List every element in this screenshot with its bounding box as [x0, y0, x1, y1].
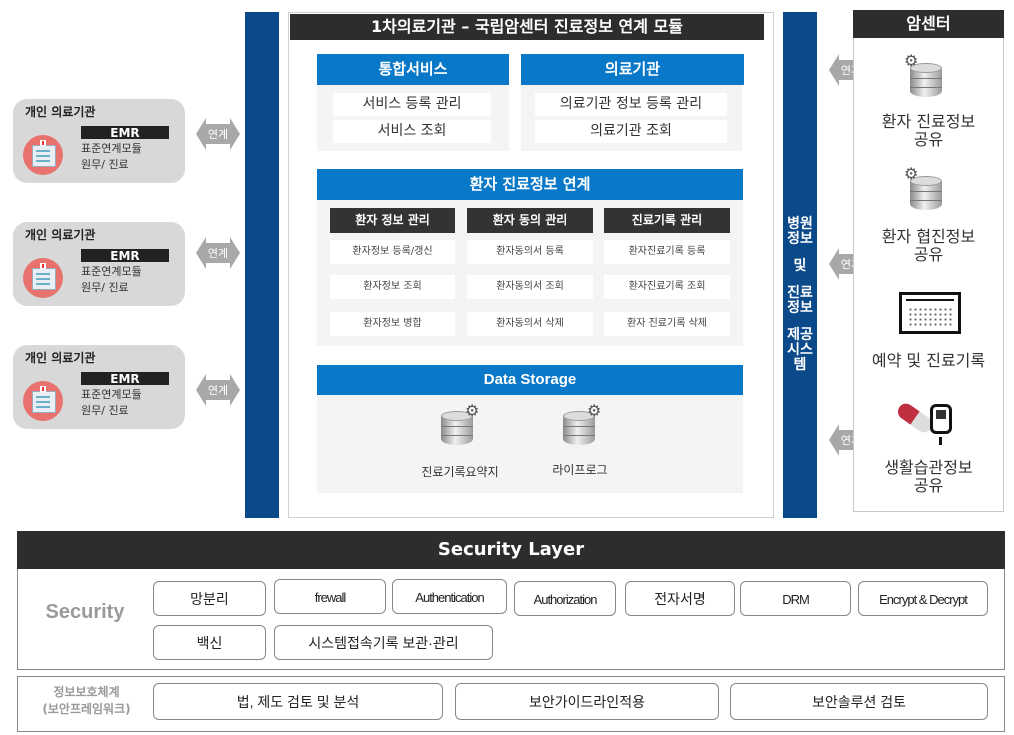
- column-header: 환자 동의 관리: [467, 208, 593, 233]
- provision-system-label: 병원 정보 및 진료 정보 제공 시스 템: [783, 217, 817, 373]
- data-storage-header: Data Storage: [317, 365, 743, 395]
- security-item: 백신: [153, 625, 266, 660]
- institution-item: 의료기관 조회: [535, 120, 727, 143]
- clinic-line: 원무/ 진료: [81, 158, 129, 171]
- patient-link-header: 환자 진료정보 연계: [317, 169, 743, 200]
- clinic-card: 개인 의료기관 EMR 표준연계모듈 원무/ 진료: [13, 222, 185, 306]
- clinic-title: 개인 의료기관: [25, 105, 96, 119]
- function-item: 환자정보 등록/갱신: [330, 240, 455, 264]
- clinic-title: 개인 의료기관: [25, 351, 96, 365]
- storage-item: 라이프로그: [552, 463, 608, 477]
- data-storage-panel: [317, 395, 743, 493]
- function-item: 환자정보 조회: [330, 275, 455, 299]
- item-line: 생활습관정보: [884, 458, 973, 477]
- security-item: Encrypt & Decrypt: [858, 581, 988, 616]
- hospital-icon: [23, 381, 63, 421]
- function-item: 환자정보 병합: [330, 312, 455, 336]
- cancer-center-title: 암센터: [853, 10, 1004, 38]
- framework-label-line: (보안프레임워크): [42, 702, 131, 716]
- institution-item: 의료기관 정보 등록 관리: [535, 93, 727, 116]
- clinic-title: 개인 의료기관: [25, 228, 96, 242]
- clinic-line: 표준연계모듈: [81, 388, 142, 401]
- function-item: 환자진료기록 조회: [604, 275, 730, 299]
- security-item: 시스템접속기록 보관·관리: [274, 625, 493, 660]
- clinic-line: 원무/ 진료: [81, 281, 129, 294]
- service-item: 서비스 조회: [333, 120, 491, 143]
- security-item: 전자서명: [625, 581, 735, 616]
- institution-header: 의료기관: [521, 54, 744, 85]
- framework-item: 보안가이드라인적용: [455, 683, 719, 720]
- item-line: 공유: [913, 245, 944, 264]
- bar-text: 정보: [787, 231, 813, 247]
- cancer-center-item: 생활습관정보 공유: [855, 459, 1002, 495]
- bar-text: 제공: [787, 327, 813, 343]
- item-line: 공유: [913, 130, 944, 149]
- framework-item: 보안솔루션 검토: [730, 683, 988, 720]
- link-label: 연계: [207, 384, 229, 397]
- clinic-card: 개인 의료기관 EMR 표준연계모듈 원무/ 진료: [13, 345, 185, 429]
- calendar-icon: [899, 292, 961, 334]
- emr-badge: EMR: [81, 249, 169, 263]
- clinic-card: 개인 의료기관 EMR 표준연계모듈 원무/ 진료: [13, 99, 185, 183]
- database-gear-icon: ⚙: [904, 53, 946, 99]
- framework-label-line: 정보보호체계: [53, 685, 120, 699]
- bar-text: 시스: [787, 342, 813, 358]
- function-item: 환자동의서 등록: [467, 240, 593, 264]
- link-arrow: 연계: [196, 374, 240, 406]
- function-item: 환자 진료기록 삭제: [604, 312, 730, 336]
- security-item: 망분리: [153, 581, 266, 616]
- security-item: Authentication: [392, 579, 507, 614]
- security-layer-header: Security Layer: [17, 531, 1005, 569]
- emr-badge: EMR: [81, 126, 169, 140]
- cancer-center-item: 환자 진료정보 공유: [855, 113, 1002, 149]
- database-gear-icon: ⚙: [563, 403, 601, 447]
- function-item: 환자동의서 삭제: [467, 312, 593, 336]
- link-arrow: 연계: [196, 237, 240, 269]
- security-label: Security: [45, 601, 125, 623]
- cancer-center-item: 예약 및 진료기록: [855, 352, 1002, 370]
- emr-badge: EMR: [81, 372, 169, 386]
- service-item: 서비스 등록 관리: [333, 93, 491, 116]
- module-title: 1차의료기관 – 국립암센터 진료정보 연계 모듈: [290, 14, 764, 40]
- item-line: 예약 및 진료기록: [871, 351, 986, 370]
- integrated-service-header: 통합서비스: [317, 54, 509, 85]
- database-gear-icon: ⚙: [441, 403, 479, 447]
- link-label: 연계: [207, 128, 229, 141]
- hospital-icon: [23, 135, 63, 175]
- bar-text: 및: [793, 258, 807, 274]
- storage-item: 진료기록요약지: [421, 465, 499, 479]
- item-line: 환자 협진정보: [881, 227, 976, 246]
- hospital-icon: [23, 258, 63, 298]
- bar-text: 템: [793, 357, 807, 373]
- column-header: 환자 정보 관리: [330, 208, 455, 233]
- clinic-line: 원무/ 진료: [81, 404, 129, 417]
- bar-text: 병원: [787, 216, 813, 232]
- left-connector-bar: [245, 12, 279, 518]
- security-item: DRM: [740, 581, 851, 616]
- security-item: frewall: [274, 579, 386, 614]
- function-item: 환자진료기록 등록: [604, 240, 730, 264]
- link-arrow: 연계: [196, 118, 240, 150]
- function-item: 환자동의서 조회: [467, 275, 593, 299]
- framework-label: 정보보호체계 (보안프레임워크): [24, 684, 149, 718]
- clinic-line: 표준연계모듈: [81, 142, 142, 155]
- security-item: Authorization: [514, 581, 616, 616]
- column-header: 진료기록 관리: [604, 208, 730, 233]
- glucometer-icon: [930, 404, 952, 445]
- bar-text: 진료: [787, 285, 813, 301]
- bar-text: 정보: [787, 300, 813, 316]
- database-gear-icon: ⚙: [904, 166, 946, 212]
- clinic-line: 표준연계모듈: [81, 265, 142, 278]
- item-line: 공유: [913, 476, 944, 495]
- cancer-center-item: 환자 협진정보 공유: [855, 228, 1002, 264]
- framework-item: 법, 제도 검토 및 분석: [153, 683, 443, 720]
- item-line: 환자 진료정보: [881, 112, 976, 131]
- link-label: 연계: [207, 247, 229, 260]
